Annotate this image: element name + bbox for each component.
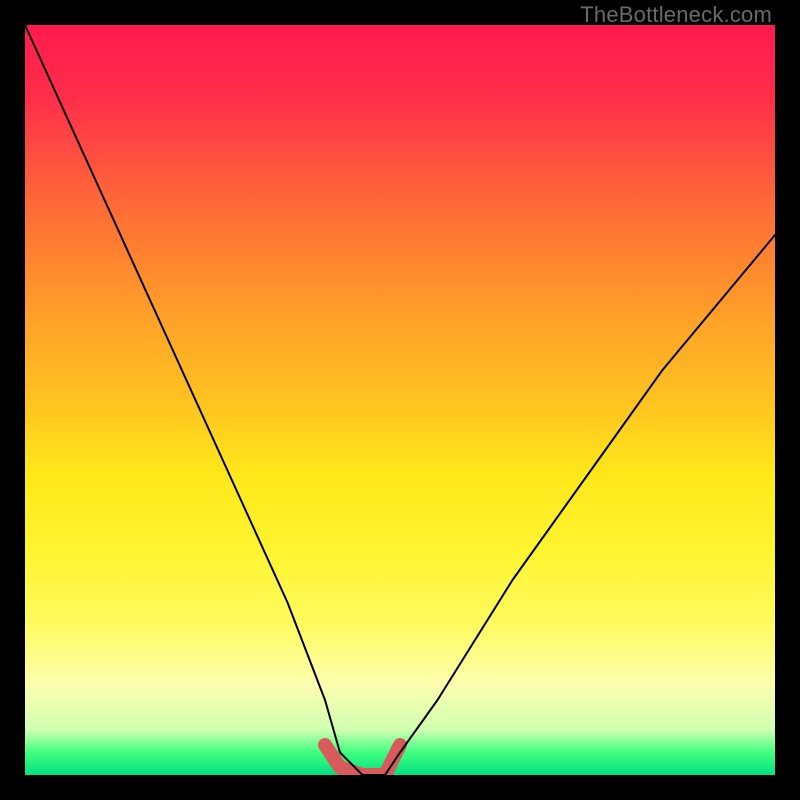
curve-path [25, 25, 775, 775]
plot-area [25, 25, 775, 775]
bottleneck-chart: TheBottleneck.com [0, 0, 800, 800]
chart-svg [25, 25, 775, 775]
